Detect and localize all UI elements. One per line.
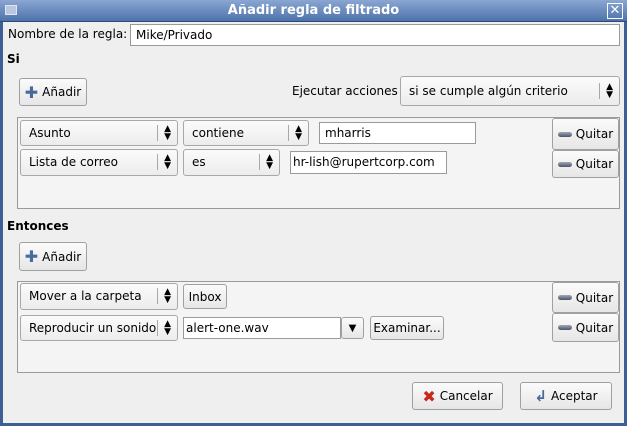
criterion-value-input[interactable]: hr-lish@rupertcorp.com [290,151,447,174]
criterion-operator-combo[interactable]: contiene ▲ ▼ [183,120,309,146]
rule-name-label: Nombre de la regla: [8,27,128,41]
criterion-value-input[interactable]: mharris [319,122,476,144]
then-heading: Entonces [7,219,69,233]
updown-icon: ▲ ▼ [157,125,171,142]
minus-icon [557,325,572,330]
execute-label: Ejecutar acciones [292,84,398,98]
mail-icon [5,5,17,15]
sound-dropdown-button[interactable]: ▼ [341,317,364,339]
updown-icon: ▲ ▼ [599,83,613,100]
action-type-combo[interactable]: Reproducir un sonido ▲ ▼ [20,315,178,341]
cancel-x-icon: ✖ [422,386,436,406]
ok-button[interactable]: ↲ Aceptar [520,382,612,410]
remove-criterion-button[interactable]: Quitar [552,118,619,150]
chevron-down-icon: ▼ [348,322,357,334]
if-heading: Si [7,52,20,66]
minus-icon [557,161,572,167]
criterion-field-combo[interactable]: Lista de correo ▲ ▼ [20,149,178,176]
updown-icon: ▲ ▼ [157,288,171,305]
minus-icon [557,295,572,300]
minus-icon [557,131,572,137]
remove-criterion-button[interactable]: Quitar [552,150,619,178]
remove-action-button[interactable]: Quitar [552,282,619,313]
title-bar: Añadir regla de filtrado ✕ [0,0,627,22]
enter-arrow-icon: ↲ [534,387,547,405]
updown-icon: ▲ ▼ [259,154,273,171]
browse-button[interactable]: Examinar... [370,316,444,340]
action-type-combo[interactable]: Mover a la carpeta ▲ ▼ [20,283,178,310]
plus-icon: ✚ [24,247,39,266]
plus-icon: ✚ [24,82,39,102]
close-icon[interactable]: ✕ [607,3,623,19]
execute-combo[interactable]: si se cumple algún criterio ▲ ▼ [400,76,620,106]
add-action-button[interactable]: ✚ Añadir [19,242,87,271]
remove-action-button[interactable]: Quitar [552,313,619,342]
updown-icon: ▲ ▼ [157,320,171,337]
add-criterion-button[interactable]: ✚ Añadir [19,78,87,106]
updown-icon: ▲ ▼ [288,125,302,142]
criterion-field-combo[interactable]: Asunto ▲ ▼ [20,120,178,146]
folder-button[interactable]: Inbox [183,284,227,309]
sound-file-input[interactable]: alert-one.wav [183,317,341,339]
cancel-button[interactable]: ✖ Cancelar [412,382,503,410]
criterion-operator-combo[interactable]: es ▲ ▼ [183,149,280,176]
window-title: Añadir regla de filtrado [227,3,400,18]
rule-name-input[interactable]: Mike/Privado [130,24,620,46]
updown-icon: ▲ ▼ [157,154,171,171]
